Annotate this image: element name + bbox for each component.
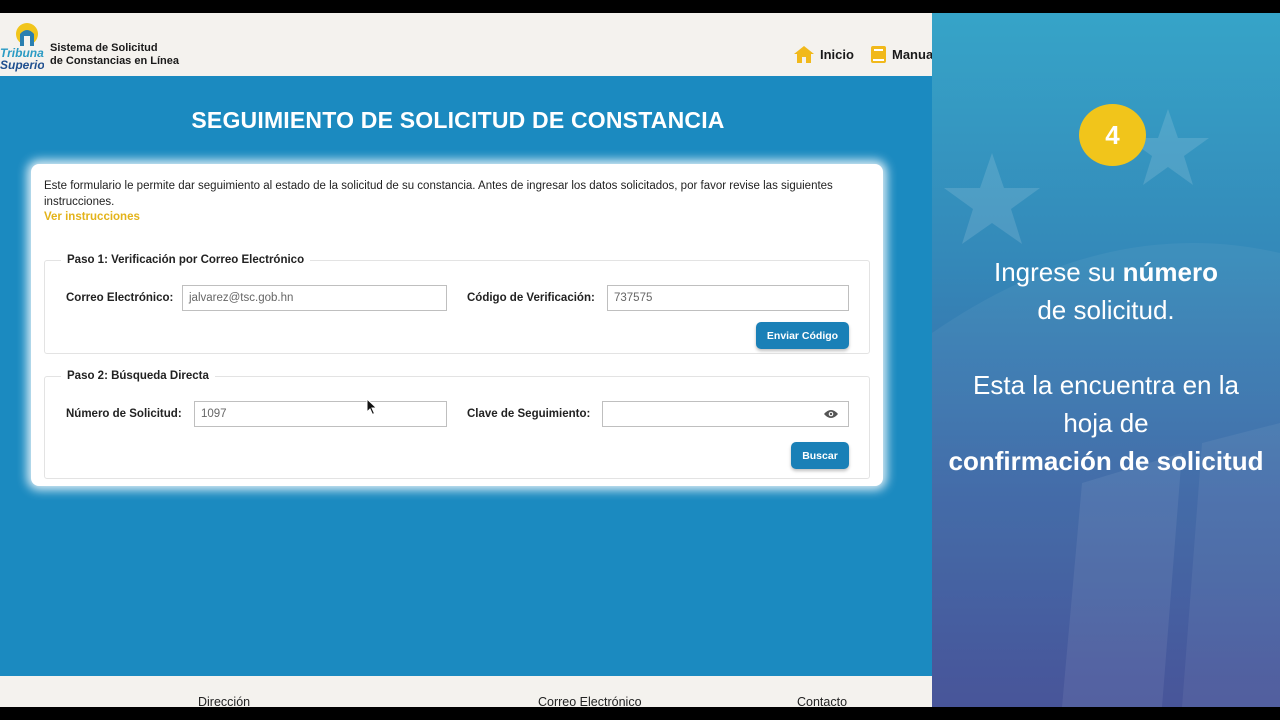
tracking-key-label: Clave de Seguimiento:: [467, 408, 591, 420]
step-number-badge: 4: [1079, 104, 1146, 166]
panel-line-2: Esta la encuentra en la hoja de confirma…: [946, 366, 1266, 480]
tracking-form-card: Este formulario le permite dar seguimien…: [31, 164, 883, 486]
panel-line-1: Ingrese su número de solicitud.: [946, 253, 1266, 329]
panel-line-2-bold: confirmación de solicitud: [948, 446, 1264, 476]
email-label: Correo Electrónico:: [66, 292, 174, 304]
form-intro: Este formulario le permite dar seguimien…: [44, 180, 833, 208]
email-field[interactable]: jalvarez@tsc.gob.hn: [182, 285, 447, 311]
footer-email[interactable]: Correo Electrónico: [538, 695, 642, 707]
verification-code-label: Código de Verificación:: [467, 292, 595, 304]
footer-address[interactable]: Dirección: [198, 695, 250, 707]
mouse-cursor-icon: [366, 398, 378, 416]
top-header: Tribunal Superior Sistema de Solicitud d…: [0, 13, 932, 76]
logo-text-2: Superior: [0, 58, 44, 72]
nav-home-label: Inicio: [820, 47, 854, 62]
instructions-link[interactable]: Ver instrucciones: [44, 211, 140, 223]
page-title: SEGUIMIENTO DE SOLICITUD DE CONSTANCIA: [191, 107, 725, 133]
panel-instructions: Ingrese su número de solicitud. Esta la e…: [946, 253, 1266, 517]
step2-direct-search: Paso 2: Búsqueda Directa Número de Solic…: [44, 370, 870, 479]
nav-manual-label: Manual: [892, 47, 932, 62]
nav-home[interactable]: Inicio: [794, 46, 854, 63]
step2-legend: Paso 2: Búsqueda Directa: [67, 370, 209, 382]
request-number-label: Número de Solicitud:: [66, 408, 182, 420]
app-name-line1: Sistema de Solicitud: [50, 42, 158, 54]
app-name: Sistema de Solicitud de Constancias en L…: [50, 42, 179, 68]
book-icon: [871, 46, 886, 63]
step1-legend: Paso 1: Verificación por Correo Electrón…: [67, 254, 305, 266]
panel-line-2-pre: Esta la encuentra en la hoja de: [973, 370, 1239, 438]
nav-manual[interactable]: Manual: [871, 46, 932, 63]
home-icon: [794, 46, 814, 63]
send-code-button[interactable]: Enviar Código: [756, 322, 849, 349]
panel-line-1-post: de solicitud.: [1037, 295, 1175, 325]
verification-code-field[interactable]: 737575: [607, 285, 849, 311]
app-name-line2: de Constancias en Línea: [50, 55, 179, 67]
step1-email-verification: Paso 1: Verificación por Correo Electrón…: [44, 254, 870, 354]
app-window: Tribunal Superior Sistema de Solicitud d…: [0, 13, 932, 707]
footer: Dirección Correo Electrónico Contacto: [0, 676, 932, 707]
tutorial-panel: 4 Ingrese su número de solicitud. Esta la…: [932, 13, 1280, 707]
panel-line-1-bold: número: [1122, 257, 1218, 287]
tracking-key-field[interactable]: [602, 401, 849, 427]
search-button[interactable]: Buscar: [791, 442, 849, 469]
footer-contact[interactable]: Contacto: [797, 695, 847, 707]
tribunal-logo: Tribunal Superior: [0, 20, 51, 74]
panel-line-1-pre: Ingrese su: [994, 257, 1123, 287]
eye-icon[interactable]: [824, 409, 838, 419]
request-number-field[interactable]: 1097: [194, 401, 447, 427]
